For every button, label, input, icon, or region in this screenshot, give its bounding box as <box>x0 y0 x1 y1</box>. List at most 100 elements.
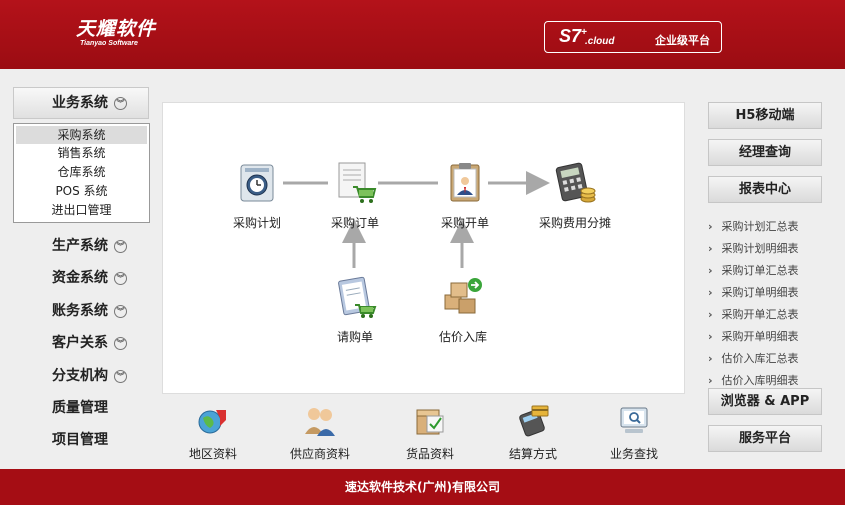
chevron-right-icon: › <box>708 308 713 321</box>
product-description: 企业级平台 <box>655 34 710 47</box>
sidebar-item-label: 资金系统 <box>52 270 108 286</box>
sidebar-item-quality[interactable]: 质量管理 <box>52 397 108 417</box>
service-platform-button[interactable]: 服务平台 <box>708 425 822 452</box>
report-link[interactable]: › 估价入库汇总表 <box>708 350 799 366</box>
submenu-item-warehouse[interactable]: 仓库系统 <box>14 163 149 182</box>
report-link[interactable]: › 估价入库明细表 <box>708 372 799 388</box>
flow-label-estimated-inbound: 估价入库 <box>438 330 487 344</box>
sidebar-item-label: 客户关系 <box>52 335 108 351</box>
quick-link-goods-label: 货品资料 <box>405 447 454 461</box>
chevron-down-icon: ︾ <box>114 336 127 350</box>
flow-node-estimated-inbound[interactable]: 估价入库 <box>431 275 495 345</box>
flow-label-purchase-order: 采购订单 <box>330 216 379 230</box>
report-link-label: 采购订单汇总表 <box>721 264 799 277</box>
brand-logo: 天耀软件 Tianyao Software <box>76 18 156 48</box>
chevron-right-icon: › <box>708 374 713 387</box>
business-submenu: 采购系统 销售系统 仓库系统 POS 系统 进出口管理 <box>13 123 150 223</box>
chevron-down-icon: ︾ <box>114 96 127 110</box>
quick-link-business-search[interactable]: 业务查找 <box>605 404 663 462</box>
report-link[interactable]: › 采购开单明细表 <box>708 328 799 344</box>
flow-node-expense-allocation[interactable]: 采购费用分摊 <box>533 161 617 231</box>
globe-icon <box>198 410 226 434</box>
flow-label-purchase-request: 请购单 <box>336 330 373 344</box>
quick-link-suppliers[interactable]: 供应商资料 <box>285 404 355 462</box>
sidebar-item-label: 账务系统 <box>52 303 108 319</box>
report-link[interactable]: › 采购计划明细表 <box>708 240 799 256</box>
report-link-label: 采购计划汇总表 <box>721 220 799 233</box>
product-cloud: .cloud <box>585 36 615 47</box>
submenu-item-purchase[interactable]: 采购系统 <box>16 126 147 144</box>
manager-query-button[interactable]: 经理查询 <box>708 139 822 166</box>
sidebar-item-label: 分支机构 <box>52 368 108 384</box>
inbound-boxes-icon <box>444 278 482 314</box>
quick-link-settlement-label: 结算方式 <box>508 447 557 461</box>
quick-links-bar: 地区资料 供应商资料 货品资料 结算方式 业务查找 <box>162 398 685 464</box>
top-banner: 天耀软件 Tianyao Software S7+ .cloud 企业级平台 <box>0 0 845 69</box>
chevron-right-icon: › <box>708 330 713 343</box>
quick-link-goods[interactable]: 货品资料 <box>401 404 459 462</box>
goods-box-icon <box>416 409 444 435</box>
purchase-invoice-icon <box>450 163 480 202</box>
chevron-right-icon: › <box>708 286 713 299</box>
report-link[interactable]: › 采购计划汇总表 <box>708 218 799 234</box>
sidebar-item-label: 项目管理 <box>52 432 108 448</box>
chevron-right-icon: › <box>708 352 713 365</box>
sidebar-item-funds[interactable]: 资金系统 ︾ <box>52 267 127 287</box>
card-terminal-icon <box>519 405 549 437</box>
report-link-label: 采购开单汇总表 <box>721 308 799 321</box>
flow-node-purchase-request[interactable]: 请购单 <box>323 275 387 345</box>
submenu-item-pos[interactable]: POS 系统 <box>14 182 149 201</box>
people-icon <box>305 408 335 436</box>
quick-link-regions-label: 地区资料 <box>188 447 237 461</box>
report-link[interactable]: › 采购订单明细表 <box>708 284 799 300</box>
flow-arrows <box>283 171 550 268</box>
menu-business-system-label: 业务系统 <box>52 95 108 111</box>
report-link-label: 采购订单明细表 <box>721 286 799 299</box>
browser-app-button[interactable]: 浏览器 & APP <box>708 388 822 415</box>
flow-label-purchase-invoice: 采购开单 <box>440 216 489 230</box>
purchase-flow-panel: 采购计划 采购订单 采购开单 采购费用分摊 请购单 估价入库 <box>162 102 685 394</box>
logo-english: Tianyao Software <box>80 40 138 47</box>
sidebar-item-accounting[interactable]: 账务系统 ︾ <box>52 300 127 320</box>
chevron-down-icon: ︾ <box>114 304 127 318</box>
chevron-right-icon: › <box>708 264 713 277</box>
quick-link-business-search-label: 业务查找 <box>609 447 658 461</box>
footer-bar: 速达软件技术(广州)有限公司 <box>0 469 845 505</box>
sidebar-item-project[interactable]: 项目管理 <box>52 429 108 449</box>
quick-link-suppliers-label: 供应商资料 <box>289 447 350 461</box>
sidebar-item-label: 生产系统 <box>52 238 108 254</box>
quick-link-settlement[interactable]: 结算方式 <box>504 404 562 462</box>
product-name: S7+ <box>559 26 587 46</box>
purchase-request-icon <box>338 276 377 318</box>
chevron-right-icon: › <box>708 220 713 233</box>
chevron-down-icon: ︾ <box>114 271 127 285</box>
report-link[interactable]: › 采购开单汇总表 <box>708 306 799 322</box>
sidebar-item-branches[interactable]: 分支机构 ︾ <box>52 365 127 385</box>
report-center-button[interactable]: 报表中心 <box>708 176 822 203</box>
calculator-icon <box>555 162 596 203</box>
sidebar-item-production[interactable]: 生产系统 ︾ <box>52 235 127 255</box>
purchase-order-icon <box>338 162 377 203</box>
submenu-item-sales[interactable]: 销售系统 <box>14 144 149 163</box>
flow-label-purchase-plan: 采购计划 <box>232 216 281 230</box>
menu-business-system[interactable]: 业务系统 ︾ <box>13 87 149 119</box>
sidebar-item-label: 质量管理 <box>52 400 108 416</box>
quick-link-regions[interactable]: 地区资料 <box>184 404 242 462</box>
sidebar-item-crm[interactable]: 客户关系 ︾ <box>52 332 127 352</box>
chevron-down-icon: ︾ <box>114 239 127 253</box>
flow-label-expense-allocation: 采购费用分摊 <box>538 216 611 230</box>
purchase-plan-icon <box>240 164 274 202</box>
flow-node-purchase-order[interactable]: 采购订单 <box>323 161 387 231</box>
flow-node-purchase-plan[interactable]: 采购计划 <box>225 161 289 231</box>
report-link-label: 估价入库明细表 <box>721 374 799 387</box>
product-badge: S7+ .cloud 企业级平台 <box>544 21 722 53</box>
monitor-search-icon <box>620 407 648 433</box>
report-link-label: 采购计划明细表 <box>721 242 799 255</box>
report-link-label: 估价入库汇总表 <box>721 352 799 365</box>
h5-mobile-button[interactable]: H5移动端 <box>708 102 822 129</box>
logo-chinese: 天耀软件 <box>76 18 157 40</box>
chevron-down-icon: ︾ <box>114 369 127 383</box>
report-link[interactable]: › 采购订单汇总表 <box>708 262 799 278</box>
flow-node-purchase-invoice[interactable]: 采购开单 <box>433 161 497 231</box>
submenu-item-import-export[interactable]: 进出口管理 <box>14 201 149 220</box>
